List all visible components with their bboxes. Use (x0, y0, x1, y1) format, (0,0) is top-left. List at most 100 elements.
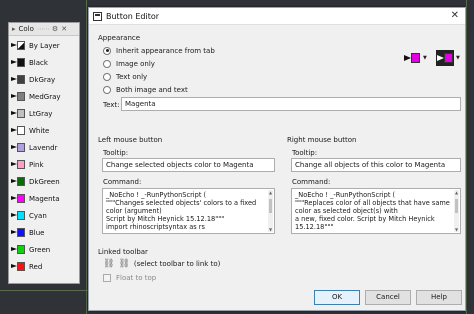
color-item[interactable]: DkGray (11, 71, 77, 88)
close-icon[interactable]: ✕ (61, 25, 67, 33)
color-item[interactable]: By Layer (11, 37, 77, 54)
text-label: Text: (103, 101, 120, 109)
command-line: _NoEcho ! _-RunPythonScript ( (295, 191, 396, 199)
red-swatch-icon (11, 261, 25, 272)
cancel-button[interactable]: Cancel (365, 290, 411, 305)
cyan-swatch-icon (11, 210, 25, 221)
command-line: import rhinoscriptsyntax as rs (106, 223, 205, 232)
color-item[interactable]: White (11, 122, 77, 139)
light-image-picker[interactable]: ▼ (403, 48, 435, 68)
pink-swatch-icon (11, 159, 25, 170)
black-swatch-icon (11, 57, 25, 68)
blue-swatch-icon (11, 227, 25, 238)
color-item-label: White (29, 126, 50, 135)
color-item[interactable]: Magenta (11, 190, 77, 207)
unlink-icon[interactable]: ⛓ (118, 259, 129, 269)
ok-button[interactable]: OK (314, 290, 360, 305)
radio-text-only[interactable]: Text only (103, 71, 147, 82)
color-item-label: By Layer (29, 41, 60, 50)
right-command-scrollbar[interactable]: ▲ ▼ (454, 190, 459, 232)
color-item[interactable]: MedGray (11, 88, 77, 105)
left-command-scrollbar[interactable]: ▲ ▼ (268, 190, 273, 232)
color-item-label: DkGreen (29, 177, 60, 186)
radio-both[interactable]: Both image and text (103, 84, 188, 95)
color-item-label: Red (29, 262, 43, 271)
right-command-textarea[interactable]: _NoEcho ! _-RunPythonScript ( """Replace… (291, 188, 461, 234)
button-editor-dialog: Button Editor ✕ Appearance Inherit appea… (88, 7, 466, 311)
chevron-down-icon[interactable]: ▼ (423, 55, 427, 61)
color-item[interactable]: Black (11, 54, 77, 71)
button-editor-icon (93, 11, 102, 21)
float-to-top-label: Float to top (116, 274, 157, 282)
white-swatch-icon (11, 125, 25, 136)
radio-button[interactable] (103, 46, 111, 55)
color-item[interactable]: DkGreen (11, 173, 77, 190)
magenta-swatch-icon (11, 193, 25, 204)
left-tooltip-label: Tooltip: (103, 149, 129, 157)
button-text-input[interactable]: Magenta (121, 97, 461, 111)
radio-button[interactable] (103, 85, 111, 94)
dkgreen-swatch-icon (11, 176, 25, 187)
magenta-light-image-icon (403, 50, 421, 66)
dialog-titlebar[interactable]: Button Editor ✕ (89, 8, 465, 25)
gear-icon[interactable]: ⚙ (52, 25, 58, 33)
command-line: color as selected object(s) with (295, 207, 398, 216)
appearance-label: Appearance (98, 34, 141, 42)
scroll-up-icon[interactable]: ▲ (268, 190, 273, 195)
scroll-thumb[interactable] (269, 199, 272, 213)
grip-dots-icon[interactable]: ⋯⋯ (37, 25, 50, 33)
close-icon[interactable]: ✕ (451, 10, 459, 21)
radio-button[interactable] (103, 72, 111, 81)
right-mouse-section-label: Right mouse button (287, 136, 357, 144)
color-item[interactable]: LtGray (11, 105, 77, 122)
left-command-textarea[interactable]: _NoEcho ! _-RunPythonScript ( """Changes… (102, 188, 275, 234)
by-layer-icon (11, 40, 25, 51)
color-item[interactable]: Pink (11, 156, 77, 173)
color-item-label: Blue (29, 228, 45, 237)
help-button[interactable]: Help (416, 290, 462, 305)
command-line: color (argument) (106, 207, 162, 216)
chevron-down-icon[interactable]: ▼ (456, 55, 460, 61)
color-item-label: Green (29, 245, 51, 254)
color-item-label: Cyan (29, 211, 47, 220)
color-item[interactable]: Green (11, 241, 77, 258)
magenta-dark-image-icon (436, 50, 454, 66)
radio-inherit[interactable]: Inherit appearance from tab (103, 45, 215, 56)
color-item-label: Magenta (29, 194, 60, 203)
linked-toolbar-row: ⛓ ⛓ (select toolbar to link to) (103, 259, 220, 269)
right-tooltip-input[interactable]: Change all objects of this color to Mage… (291, 158, 461, 172)
command-line: a new, fixed color. Script by Mitch Heyn… (295, 215, 435, 224)
command-line: """Changes selected objects' colors to a… (106, 199, 257, 208)
color-item-label: LtGray (29, 109, 53, 118)
scroll-down-icon[interactable]: ▼ (268, 227, 273, 232)
color-item-label: Black (29, 58, 48, 67)
color-item[interactable]: Lavendr (11, 139, 77, 156)
scroll-thumb[interactable] (455, 199, 458, 213)
dialog-title: Button Editor (106, 11, 160, 21)
right-tooltip-label: Tooltip: (292, 149, 318, 157)
panel-titlebar[interactable]: ▸ Colo ⋯⋯ ⚙ ✕ (9, 23, 79, 36)
color-item[interactable]: Red (11, 258, 77, 275)
color-item[interactable]: Cyan (11, 207, 77, 224)
link-icon[interactable]: ⛓ (103, 259, 114, 269)
command-line: _NoEcho ! _-RunPythonScript ( (106, 191, 207, 199)
scroll-up-icon[interactable]: ▲ (454, 190, 459, 195)
radio-image-only[interactable]: Image only (103, 58, 155, 69)
color-item-label: MedGray (29, 92, 61, 101)
color-item[interactable]: Blue (11, 224, 77, 241)
linked-toolbar-hint: (select toolbar to link to) (133, 260, 221, 268)
float-to-top-row[interactable]: Float to top (103, 274, 156, 282)
scroll-down-icon[interactable]: ▼ (454, 227, 459, 232)
panel-menu-icon[interactable]: ▸ (12, 25, 16, 33)
radio-label: Both image and text (116, 85, 188, 94)
left-tooltip-input[interactable]: Change selected objects color to Magenta (102, 158, 275, 172)
dark-image-picker[interactable]: ▼ (436, 48, 468, 68)
radio-label: Image only (116, 59, 155, 68)
command-line: """Replaces color of all objects that ha… (295, 199, 450, 208)
radio-button[interactable] (103, 59, 111, 68)
grid-line (86, 0, 87, 314)
float-to-top-checkbox[interactable] (103, 274, 111, 282)
radio-label: Text only (116, 72, 148, 81)
radio-label: Inherit appearance from tab (116, 46, 215, 55)
left-mouse-section-label: Left mouse button (98, 136, 163, 144)
